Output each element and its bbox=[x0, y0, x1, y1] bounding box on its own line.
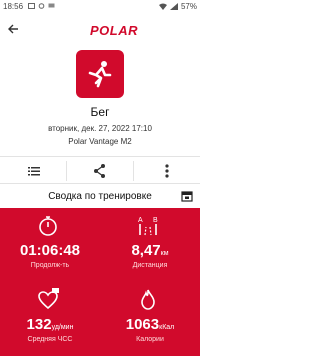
distance-value: 8,47 bbox=[131, 242, 161, 259]
more-vert-icon[interactable] bbox=[157, 161, 177, 181]
status-bar: 18:56 57% bbox=[0, 0, 200, 14]
calendar-icon[interactable] bbox=[181, 190, 193, 202]
runner-icon bbox=[88, 61, 112, 88]
share-icon[interactable] bbox=[90, 161, 110, 181]
heart-rate-unit: уд/мин bbox=[51, 324, 74, 331]
list-icon[interactable] bbox=[24, 161, 44, 181]
notification-icons bbox=[28, 3, 55, 9]
polar-logo: POLAR bbox=[90, 23, 138, 38]
metric-heart-rate: 132уд/мин Средняя ЧСС bbox=[0, 284, 100, 354]
summary-panel: 01:06:48 Продолж-ть A B 8,47км Дистанция… bbox=[0, 208, 200, 356]
calories-value-line: 1063кКал bbox=[100, 316, 200, 333]
heart-rate-value-line: 132уд/мин bbox=[0, 316, 100, 333]
distance-label: Дистанция bbox=[132, 262, 168, 269]
duration-value: 01:06:48 bbox=[19, 242, 81, 259]
metric-distance: A B 8,47км Дистанция bbox=[100, 210, 200, 280]
distance-value-line: 8,47км bbox=[100, 242, 200, 259]
divider bbox=[133, 161, 134, 181]
status-time: 18:56 bbox=[3, 2, 24, 11]
image-icon bbox=[28, 3, 35, 9]
settings-icon bbox=[38, 3, 45, 9]
svg-text:A: A bbox=[138, 217, 143, 224]
distance-ab-icon: A B bbox=[138, 217, 158, 236]
heart-rate-value: 132 bbox=[26, 316, 52, 333]
divider bbox=[66, 161, 67, 181]
back-arrow-icon[interactable] bbox=[6, 22, 20, 36]
message-icon bbox=[48, 3, 55, 8]
svg-text:B: B bbox=[153, 217, 158, 224]
wifi-icon bbox=[158, 3, 167, 10]
calories-value: 1063 bbox=[125, 316, 160, 333]
metric-duration: 01:06:48 Продолж-ть bbox=[0, 210, 100, 280]
calories-label: Калории bbox=[136, 336, 164, 343]
calories-unit: кКал bbox=[159, 324, 175, 331]
sport-title: Бег bbox=[90, 105, 110, 119]
stopwatch-icon bbox=[39, 216, 57, 236]
app-bar: POLAR bbox=[0, 14, 200, 44]
distance-unit: км bbox=[160, 250, 169, 257]
summary-header: Сводка по тренировке bbox=[0, 186, 200, 208]
battery-percent: 57% bbox=[180, 2, 197, 11]
running-sport-icon bbox=[76, 50, 124, 98]
summary-title: Сводка по тренировке bbox=[48, 191, 152, 202]
device-name: Polar Vantage M2 bbox=[68, 137, 132, 146]
duration-label: Продолж-ть bbox=[30, 262, 70, 269]
action-bar bbox=[0, 156, 200, 184]
signal-icon bbox=[169, 3, 178, 10]
training-datetime: вторник, дек. 27, 2022 17:10 bbox=[48, 124, 152, 133]
heart-rate-label: Средняя ЧСС bbox=[27, 336, 73, 343]
metric-calories: 1063кКал Калории bbox=[100, 284, 200, 354]
heart-icon bbox=[38, 288, 59, 310]
flame-icon bbox=[141, 289, 155, 310]
status-right: 57% bbox=[158, 2, 197, 11]
